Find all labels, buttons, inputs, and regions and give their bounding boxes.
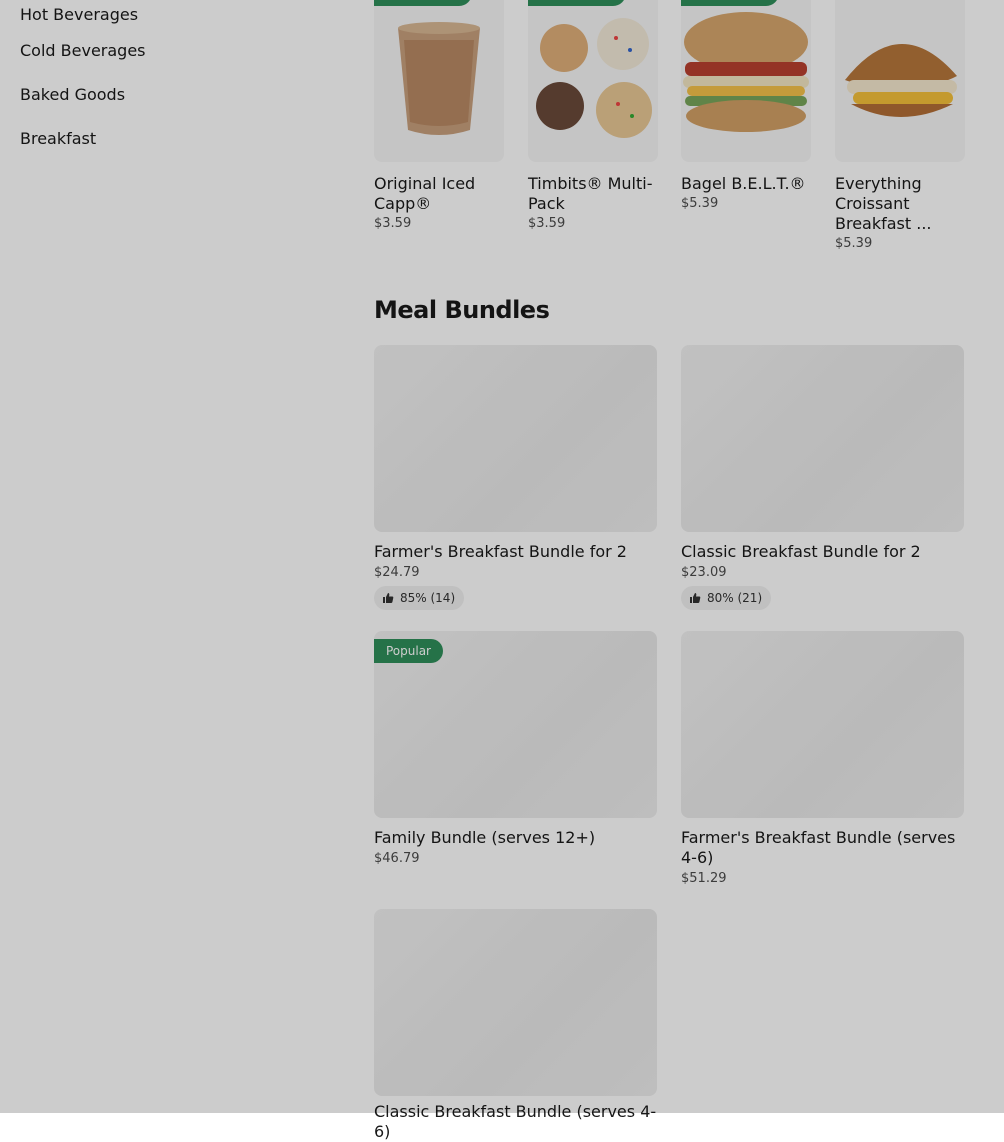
carousel-item-timbits[interactable]: Timbits® Multi-Pack $3.59 (528, 0, 658, 231)
rating-text: 85% (14) (400, 591, 456, 605)
rating-pill: 80% (21) (681, 586, 772, 610)
bundle-price: $51.29 (681, 871, 727, 886)
everything-croissant-image (835, 0, 965, 162)
bundle-price: $24.79 (374, 565, 420, 580)
bundle-price: $46.79 (374, 851, 420, 866)
bundle-name: Classic Breakfast Bundle (serves 4-6) (374, 1102, 657, 1141)
item-name: Bagel B.E.L.T.® (681, 174, 806, 193)
item-price: $3.59 (374, 216, 412, 231)
item-price: $5.39 (681, 196, 719, 211)
sidebar-item-cold-beverages[interactable]: Cold Beverages (20, 28, 320, 72)
carousel-item-everything-croissant[interactable]: Everything Croissant Breakfast ... $5.39 (835, 0, 965, 251)
section-title-meal-bundles: Meal Bundles (374, 296, 550, 324)
sidebar-item-hot-beverages[interactable]: Hot Beverages (20, 0, 320, 28)
bundle-name: Family Bundle (serves 12+) (374, 828, 596, 847)
item-carousel: Original Iced Capp® $3.59 Timbits® Multi… (374, 0, 984, 270)
timbits-image (528, 0, 658, 162)
bundle-card-classic-4-6[interactable]: Classic Breakfast Bundle (serves 4-6) (374, 909, 657, 1142)
bundle-name: Farmer's Breakfast Bundle for 2 (374, 542, 627, 561)
rating-pill: 85% (14) (374, 586, 465, 610)
item-name: Everything Croissant Breakfast ... (835, 174, 932, 233)
thumbs-up-icon (383, 593, 394, 603)
bundle-card-farmers-for-2[interactable]: Farmer's Breakfast Bundle for 2 $24.79 8… (374, 345, 657, 610)
carousel-item-bagel-belt[interactable]: Bagel B.E.L.T.® $5.39 (681, 0, 811, 211)
item-name: Original Iced Capp® (374, 174, 476, 213)
bagel-belt-image (681, 0, 811, 162)
rating-text: 80% (21) (707, 591, 763, 605)
sidebar-item-baked-goods[interactable]: Baked Goods (20, 72, 320, 116)
carousel-item-iced-capp[interactable]: Original Iced Capp® $3.59 (374, 0, 504, 231)
thumbs-up-icon (690, 593, 701, 603)
item-name: Timbits® Multi-Pack (528, 174, 653, 213)
bundle-name: Classic Breakfast Bundle for 2 (681, 542, 921, 561)
item-price: $5.39 (835, 236, 873, 251)
bundle-image (681, 631, 964, 818)
bundle-image (374, 909, 657, 1096)
bundle-image: Popular (374, 631, 657, 818)
bundle-price: $23.09 (681, 565, 727, 580)
bundle-card-family[interactable]: Popular Family Bundle (serves 12+) $46.7… (374, 631, 657, 866)
item-price: $3.59 (528, 216, 566, 231)
bundle-image (681, 345, 964, 532)
bundle-card-farmers-4-6[interactable]: Farmer's Breakfast Bundle (serves 4-6) $… (681, 631, 964, 886)
sidebar-item-breakfast[interactable]: Breakfast (20, 116, 320, 160)
category-sidebar: Hot Beverages Cold Beverages Baked Goods… (20, 0, 320, 160)
bundle-card-classic-for-2[interactable]: Classic Breakfast Bundle for 2 $23.09 80… (681, 345, 964, 610)
iced-capp-image (374, 0, 504, 162)
bundle-name: Farmer's Breakfast Bundle (serves 4-6) (681, 828, 956, 867)
popular-badge: Popular (374, 639, 443, 663)
bundle-image (374, 345, 657, 532)
